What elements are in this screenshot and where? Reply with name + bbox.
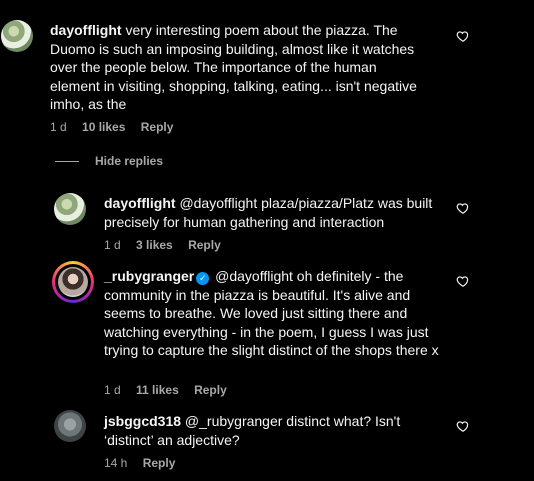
heart-icon[interactable] [456, 201, 470, 215]
comment-body: dayofflight @dayofflight plaza/piazza/Pl… [104, 194, 444, 231]
comment-username[interactable]: dayofflight [50, 22, 122, 38]
avatar[interactable] [1, 20, 33, 52]
comment-meta: 14 h Reply [104, 456, 187, 470]
comment-username[interactable]: dayofflight [104, 195, 176, 211]
reply-button[interactable]: Reply [194, 383, 227, 397]
avatar[interactable] [54, 410, 86, 442]
reply-button[interactable]: Reply [188, 238, 221, 252]
reply-button[interactable]: Reply [143, 456, 176, 470]
verified-badge-icon: ✓ [196, 272, 210, 285]
comment-likes[interactable]: 11 likes [136, 383, 179, 397]
comment-time: 1 d [104, 383, 121, 397]
avatar[interactable] [54, 193, 86, 225]
hide-replies-label: Hide replies [95, 154, 164, 168]
comment-time: 1 d [50, 120, 67, 134]
heart-icon[interactable] [456, 419, 470, 433]
comment-body: _rubygranger ✓ @dayofflight oh definitely… [104, 267, 444, 360]
comment-meta: 1 d 10 likes Reply [50, 120, 185, 134]
comment-time: 14 h [104, 456, 128, 470]
comment-meta: 1 d 3 likes Reply [104, 238, 233, 252]
heart-icon[interactable] [456, 29, 470, 43]
hide-replies-button[interactable]: Hide replies [55, 154, 163, 168]
comment-username[interactable]: _rubygranger [104, 268, 194, 284]
comment-body: dayofflight very interesting poem about … [50, 21, 430, 114]
reply-button[interactable]: Reply [141, 120, 174, 134]
heart-icon[interactable] [456, 274, 470, 288]
comment-body: jsbggcd318 @_rubygranger distinct what? … [104, 412, 434, 449]
divider [55, 160, 79, 162]
avatar[interactable] [52, 261, 94, 303]
comment-meta: 1 d 11 likes Reply [104, 383, 239, 397]
comment-likes[interactable]: 3 likes [136, 238, 173, 252]
comment-time: 1 d [104, 238, 121, 252]
comment-likes[interactable]: 10 likes [82, 120, 125, 134]
comment-username[interactable]: jsbggcd318 [104, 413, 181, 429]
